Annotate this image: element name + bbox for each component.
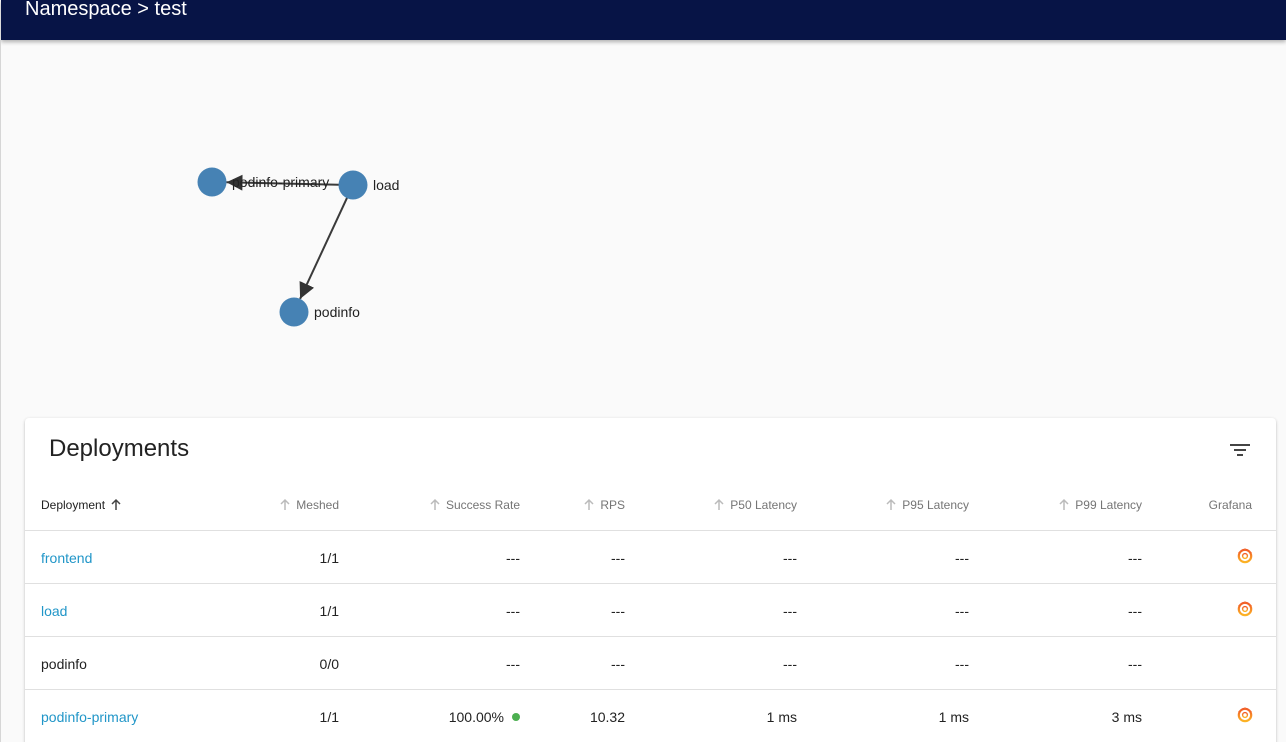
column-header-p95-latency[interactable]: P95 Latency [857,478,969,531]
p50-latency-cell: 1 ms [685,690,797,742]
success-rate-cell: 100.00% [405,690,520,742]
graph-node-podinfo[interactable] [279,297,309,327]
p99-latency-cell-value: --- [1128,549,1142,566]
p50-latency-cell: --- [685,531,797,584]
column-header-grafana: Grafana [1208,497,1252,512]
p99-latency-cell: --- [1030,584,1142,637]
meshed-cell-value: 1/1 [319,708,339,725]
p50-latency-cell-value: --- [783,655,797,672]
column-header-success-rate[interactable]: Success Rate [405,478,520,531]
graph-node-load[interactable] [338,170,368,200]
column-header-p99-latency[interactable]: P99 Latency [1030,478,1142,531]
table-row: podinfo 0/0 --- --- --- --- --- [25,637,1276,690]
grafana-icon[interactable] [1236,600,1254,618]
grafana-icon[interactable] [1236,706,1254,724]
sort-arrow-up-icon [1059,498,1069,510]
p50-latency-cell-value: --- [783,549,797,566]
deployment-link[interactable]: podinfo-primary [41,690,138,742]
p95-latency-cell: --- [857,637,969,690]
p95-latency-cell: 1 ms [857,690,969,742]
rps-cell-value: --- [611,655,625,672]
filter-list-icon[interactable] [1227,438,1253,462]
meshed-cell-value: 0/0 [319,655,339,672]
p99-latency-cell-value: --- [1128,655,1142,672]
graph-node-label: podinfo [314,304,360,320]
top-app-bar: Namespace > test [1,0,1286,40]
p99-latency-cell: 3 ms [1030,690,1142,742]
p99-latency-cell-value: --- [1128,602,1142,619]
meshed-cell: 1/1 [265,531,339,584]
namespace-graph: podinfo-primary load podinfo [0,40,1286,410]
rps-cell: --- [565,584,625,637]
sort-arrow-up-icon [280,498,290,510]
graph-node-label: podinfo-primary [232,174,329,190]
meshed-cell-value: 1/1 [319,549,339,566]
rps-cell: 10.32 [565,690,625,742]
success-rate-cell: --- [405,531,520,584]
deployment-link[interactable]: frontend [41,531,92,584]
p95-latency-cell: --- [857,531,969,584]
rps-cell: --- [565,531,625,584]
p99-latency-cell: --- [1030,531,1142,584]
rps-cell-value: 10.32 [589,708,625,725]
p50-latency-cell-value: 1 ms [766,708,797,725]
sort-arrow-up-icon [886,498,896,510]
column-header-meshed[interactable]: Meshed [265,478,339,531]
p50-latency-cell: --- [685,637,797,690]
graph-node-label: load [373,177,399,193]
grafana-icon[interactable] [1236,547,1254,565]
success-rate-cell-value: 100.00% [448,708,504,725]
p50-latency-cell-value: --- [783,602,797,619]
success-rate-cell: --- [405,637,520,690]
deployment-name: podinfo [41,655,87,672]
rps-cell-value: --- [611,602,625,619]
table-row: frontend 1/1 --- --- --- --- --- [25,531,1276,584]
deployments-card: Deployments Deployment Meshed Success Ra… [25,418,1276,742]
deployment-link[interactable]: load [41,584,67,637]
sort-arrow-up-icon [111,498,121,510]
sort-arrow-up-icon [430,498,440,510]
p95-latency-cell-value: --- [955,655,969,672]
p99-latency-cell-value: 3 ms [1111,708,1142,725]
graph-node-podinfo-primary[interactable] [197,167,227,197]
p95-latency-cell-value: --- [955,549,969,566]
table-header: Deployment Meshed Success Rate RPS P50 L… [25,478,1276,531]
graph-canvas: podinfo-primary load podinfo [197,167,399,327]
table-row: podinfo-primary 1/1 100.00% 10.32 1 ms 1 ms 3 … [25,690,1276,742]
success-status-dot [512,712,520,721]
page-title: Namespace > test [25,0,187,20]
meshed-cell: 0/0 [265,637,339,690]
rps-cell: --- [565,637,625,690]
p95-latency-cell-value: 1 ms [938,708,969,725]
success-rate-cell-value: --- [506,602,520,619]
meshed-cell: 1/1 [265,584,339,637]
table-row: load 1/1 --- --- --- --- --- [25,584,1276,637]
deployments-title: Deployments [49,435,190,462]
column-header-p50-latency[interactable]: P50 Latency [685,478,797,531]
p95-latency-cell-value: --- [955,602,969,619]
p99-latency-cell: --- [1030,637,1142,690]
p95-latency-cell: --- [857,584,969,637]
sort-arrow-up-icon [584,498,594,510]
sort-arrow-up-icon [714,498,724,510]
success-rate-cell-value: --- [506,655,520,672]
meshed-cell: 1/1 [265,690,339,742]
column-header-rps[interactable]: RPS [565,478,625,531]
rps-cell-value: --- [611,549,625,566]
column-header-deployment[interactable]: Deployment [41,478,123,531]
success-rate-cell: --- [405,584,520,637]
graph-edge-load-to-podinfo [299,192,351,300]
meshed-cell-value: 1/1 [319,602,339,619]
success-rate-cell-value: --- [506,549,520,566]
p50-latency-cell: --- [685,584,797,637]
